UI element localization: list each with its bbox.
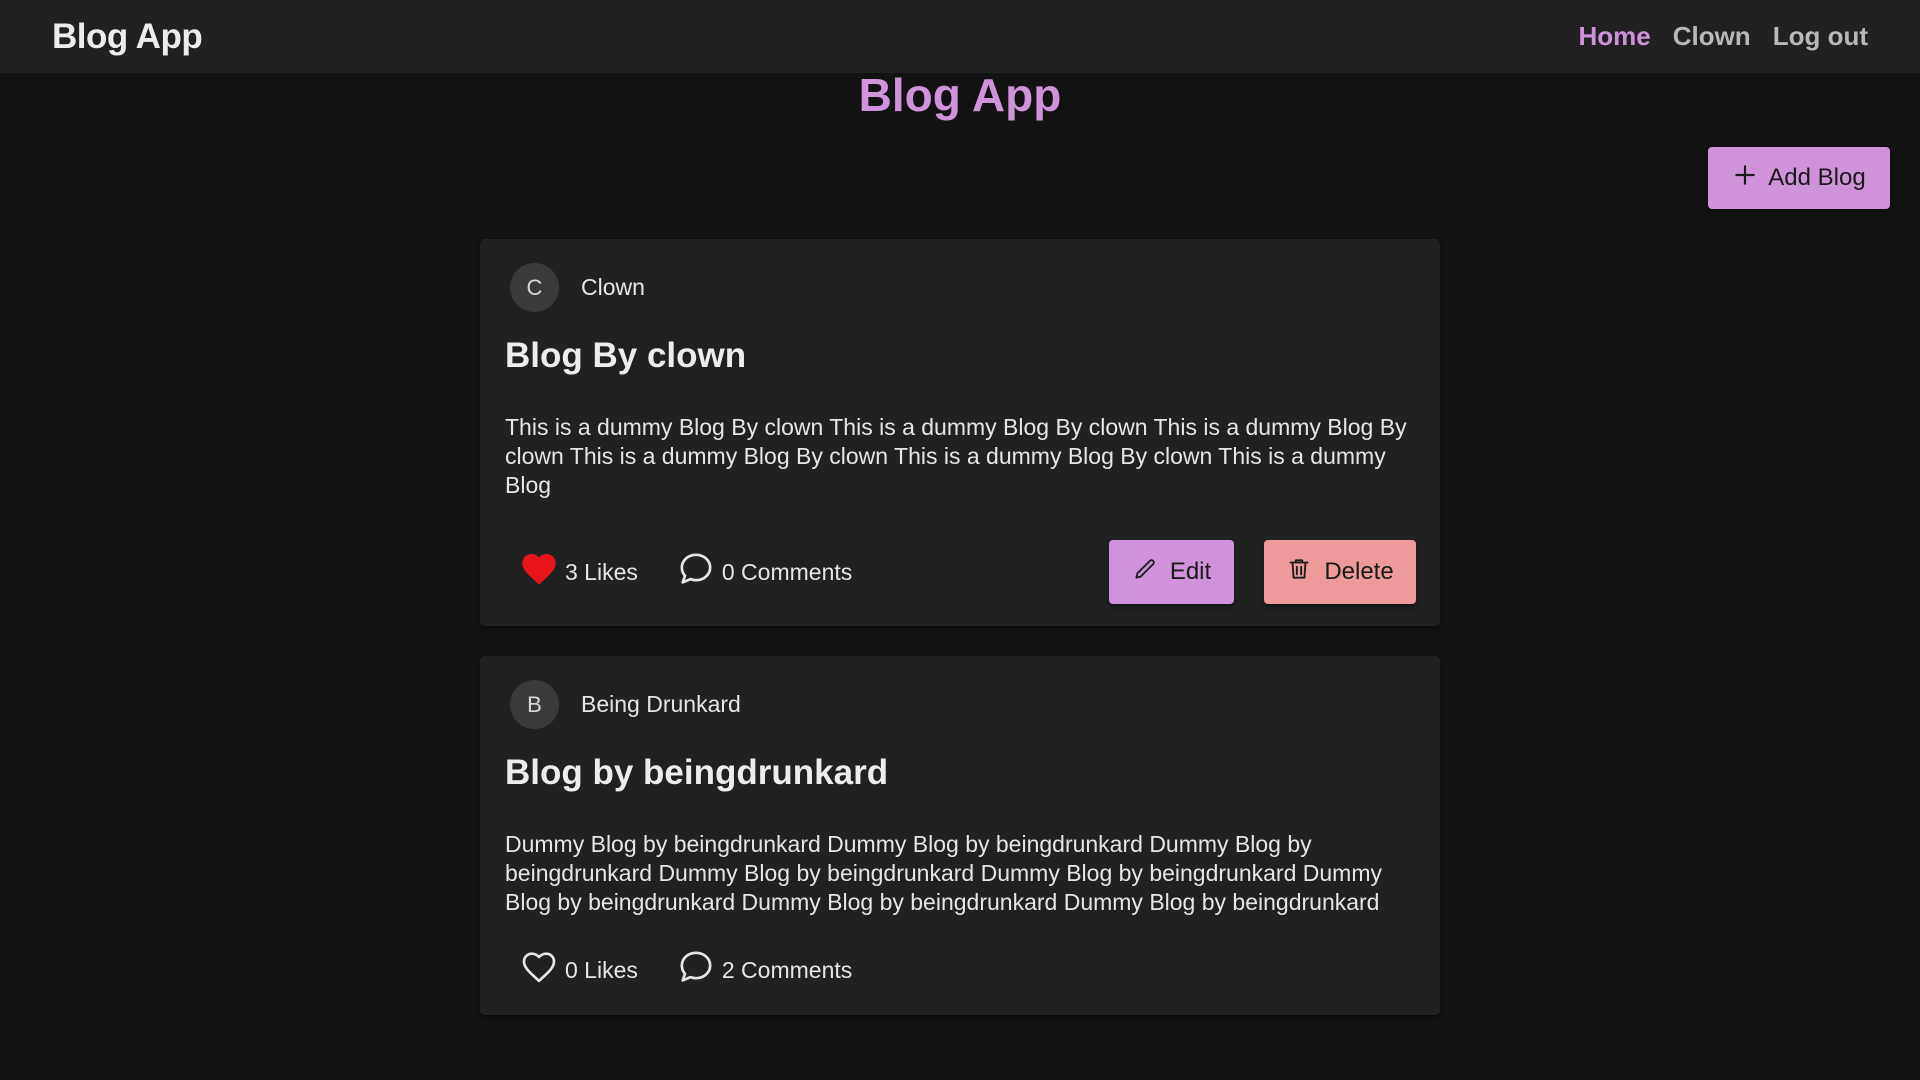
plus-icon bbox=[1732, 162, 1758, 195]
top-navbar: Blog App Home Clown Log out bbox=[0, 0, 1920, 73]
nav-link-profile[interactable]: Clown bbox=[1673, 21, 1751, 52]
add-blog-button[interactable]: Add Blog bbox=[1708, 147, 1890, 209]
blog-card: C Clown Blog By clown This is a dummy Bl… bbox=[480, 239, 1440, 626]
heart-outline-icon bbox=[519, 947, 559, 993]
nav-links: Home Clown Log out bbox=[1578, 21, 1868, 52]
avatar: C bbox=[510, 263, 559, 312]
post-title: Blog By clown bbox=[505, 336, 747, 375]
post-body: This is a dummy Blog By clown This is a … bbox=[505, 414, 1407, 498]
author-info: C Clown bbox=[510, 263, 1416, 312]
post-body: Dummy Blog by beingdrunkard Dummy Blog b… bbox=[505, 831, 1382, 915]
edit-button[interactable]: Edit bbox=[1109, 540, 1234, 604]
heart-filled-icon bbox=[519, 549, 559, 595]
comments-count: 0 Comments bbox=[721, 558, 853, 585]
post-actions: 0 Likes 2 Comments bbox=[505, 947, 1416, 993]
add-blog-label: Add Blog bbox=[1768, 164, 1866, 191]
pencil-icon bbox=[1132, 556, 1158, 589]
delete-label: Delete bbox=[1324, 558, 1394, 585]
post-buttons: Edit Delete bbox=[1109, 540, 1416, 604]
nav-link-logout[interactable]: Log out bbox=[1773, 21, 1868, 52]
comment-bubble-icon bbox=[676, 549, 716, 595]
page-title: Blog App bbox=[858, 69, 1062, 121]
blog-card: B Being Drunkard Blog by beingdrunkard D… bbox=[480, 656, 1440, 1015]
author-name: Clown bbox=[581, 274, 645, 300]
brand-logo[interactable]: Blog App bbox=[52, 17, 203, 57]
blog-feed: C Clown Blog By clown This is a dummy Bl… bbox=[480, 239, 1440, 1045]
author-name: Being Drunkard bbox=[581, 691, 741, 717]
like-button[interactable]: 3 Likes bbox=[519, 549, 638, 595]
comments-button[interactable]: 0 Comments bbox=[676, 549, 852, 595]
comments-button[interactable]: 2 Comments bbox=[676, 947, 852, 993]
likes-count: 3 Likes bbox=[565, 558, 638, 585]
post-stats: 3 Likes 0 Comments bbox=[519, 549, 852, 595]
edit-label: Edit bbox=[1169, 558, 1212, 585]
nav-link-home[interactable]: Home bbox=[1578, 21, 1650, 52]
delete-button[interactable]: Delete bbox=[1264, 540, 1416, 604]
likes-count: 0 Likes bbox=[565, 956, 638, 983]
avatar: B bbox=[510, 680, 559, 729]
post-stats: 0 Likes 2 Comments bbox=[519, 947, 852, 993]
trash-icon bbox=[1286, 556, 1312, 589]
post-actions: 3 Likes 0 Comments Edit Delete bbox=[505, 540, 1416, 604]
comments-count: 2 Comments bbox=[721, 956, 853, 983]
author-info: B Being Drunkard bbox=[510, 680, 1416, 729]
comment-bubble-icon bbox=[676, 947, 716, 993]
like-button[interactable]: 0 Likes bbox=[519, 947, 638, 993]
post-title: Blog by beingdrunkard bbox=[505, 753, 889, 792]
